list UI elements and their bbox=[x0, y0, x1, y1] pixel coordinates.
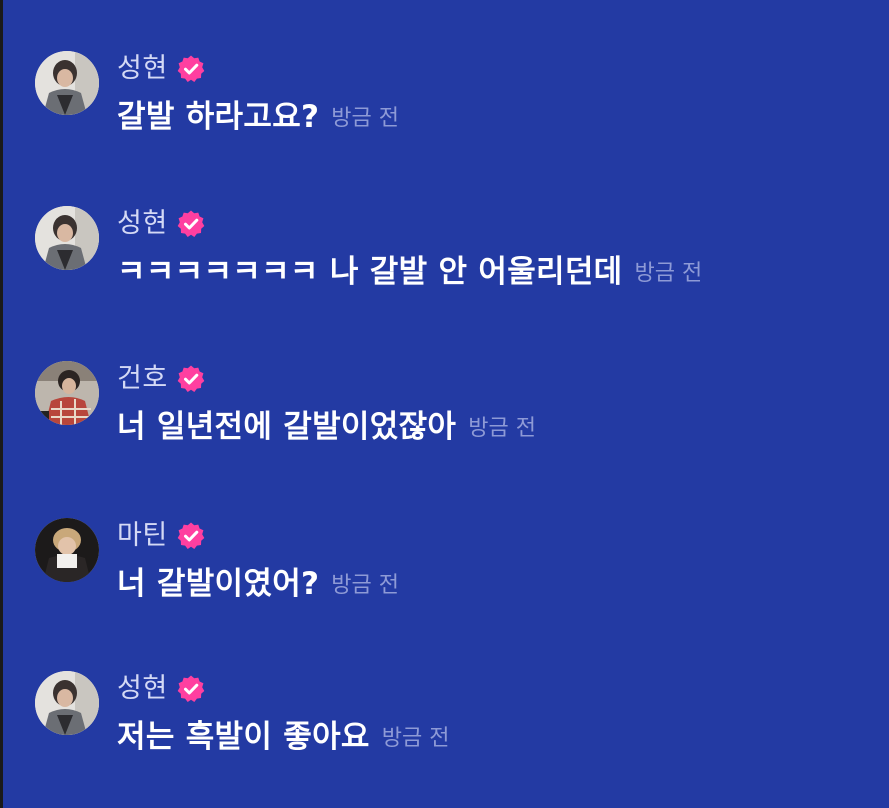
message-timestamp: 방금 전 bbox=[381, 726, 450, 751]
verified-badge-icon bbox=[177, 365, 204, 392]
sender-name[interactable]: 건호 bbox=[117, 361, 168, 397]
message-text: 너 일년전에 갈발이었잖아 bbox=[117, 409, 457, 445]
avatar-seonghyeon-icon bbox=[35, 671, 99, 735]
avatar-geonho-icon bbox=[35, 361, 99, 425]
message-timestamp: 방금 전 bbox=[468, 416, 536, 441]
sender-name[interactable]: 마틴 bbox=[117, 518, 168, 554]
chat-message-list[interactable]: 성현 갈발 하라고요? 방금 전 성현 ㅋㅋㅋㅋㅋㅋㅋ 나 갈발 안 어울리던데… bbox=[3, 0, 889, 808]
message-text: ㅋㅋㅋㅋㅋㅋㅋ 나 갈발 안 어울리던데 bbox=[117, 254, 623, 290]
chat-message: 건호 너 일년전에 갈발이었잖아 방금 전 bbox=[3, 361, 889, 481]
message-text: 너 갈발이였어? bbox=[117, 566, 320, 602]
sender-name[interactable]: 성현 bbox=[117, 51, 168, 87]
message-text: 갈발 하라고요? bbox=[117, 99, 320, 135]
sender-name[interactable]: 성현 bbox=[117, 206, 168, 242]
verified-badge-icon bbox=[177, 522, 204, 549]
sender-name[interactable]: 성현 bbox=[117, 671, 168, 707]
chat-message: 성현 ㅋㅋㅋㅋㅋㅋㅋ 나 갈발 안 어울리던데 방금 전 bbox=[3, 206, 889, 326]
chat-message: 성현 저는 흑발이 좋아요 방금 전 bbox=[3, 671, 889, 791]
verified-badge-icon bbox=[177, 210, 204, 237]
message-text: 저는 흑발이 좋아요 bbox=[117, 719, 370, 755]
avatar[interactable] bbox=[35, 51, 99, 115]
avatar[interactable] bbox=[35, 206, 99, 270]
avatar[interactable] bbox=[35, 671, 99, 735]
avatar[interactable] bbox=[35, 361, 99, 425]
verified-badge-icon bbox=[177, 675, 204, 702]
avatar-seonghyeon-icon bbox=[35, 51, 99, 115]
chat-message: 마틴 너 갈발이였어? 방금 전 bbox=[3, 518, 889, 638]
verified-badge-icon bbox=[177, 55, 204, 82]
avatar-martin-icon bbox=[35, 518, 99, 582]
message-timestamp: 방금 전 bbox=[331, 573, 400, 598]
message-timestamp: 방금 전 bbox=[634, 261, 703, 286]
chat-message: 성현 갈발 하라고요? 방금 전 bbox=[3, 51, 889, 171]
message-timestamp: 방금 전 bbox=[331, 106, 400, 131]
avatar[interactable] bbox=[35, 518, 99, 582]
avatar-seonghyeon-icon bbox=[35, 206, 99, 270]
